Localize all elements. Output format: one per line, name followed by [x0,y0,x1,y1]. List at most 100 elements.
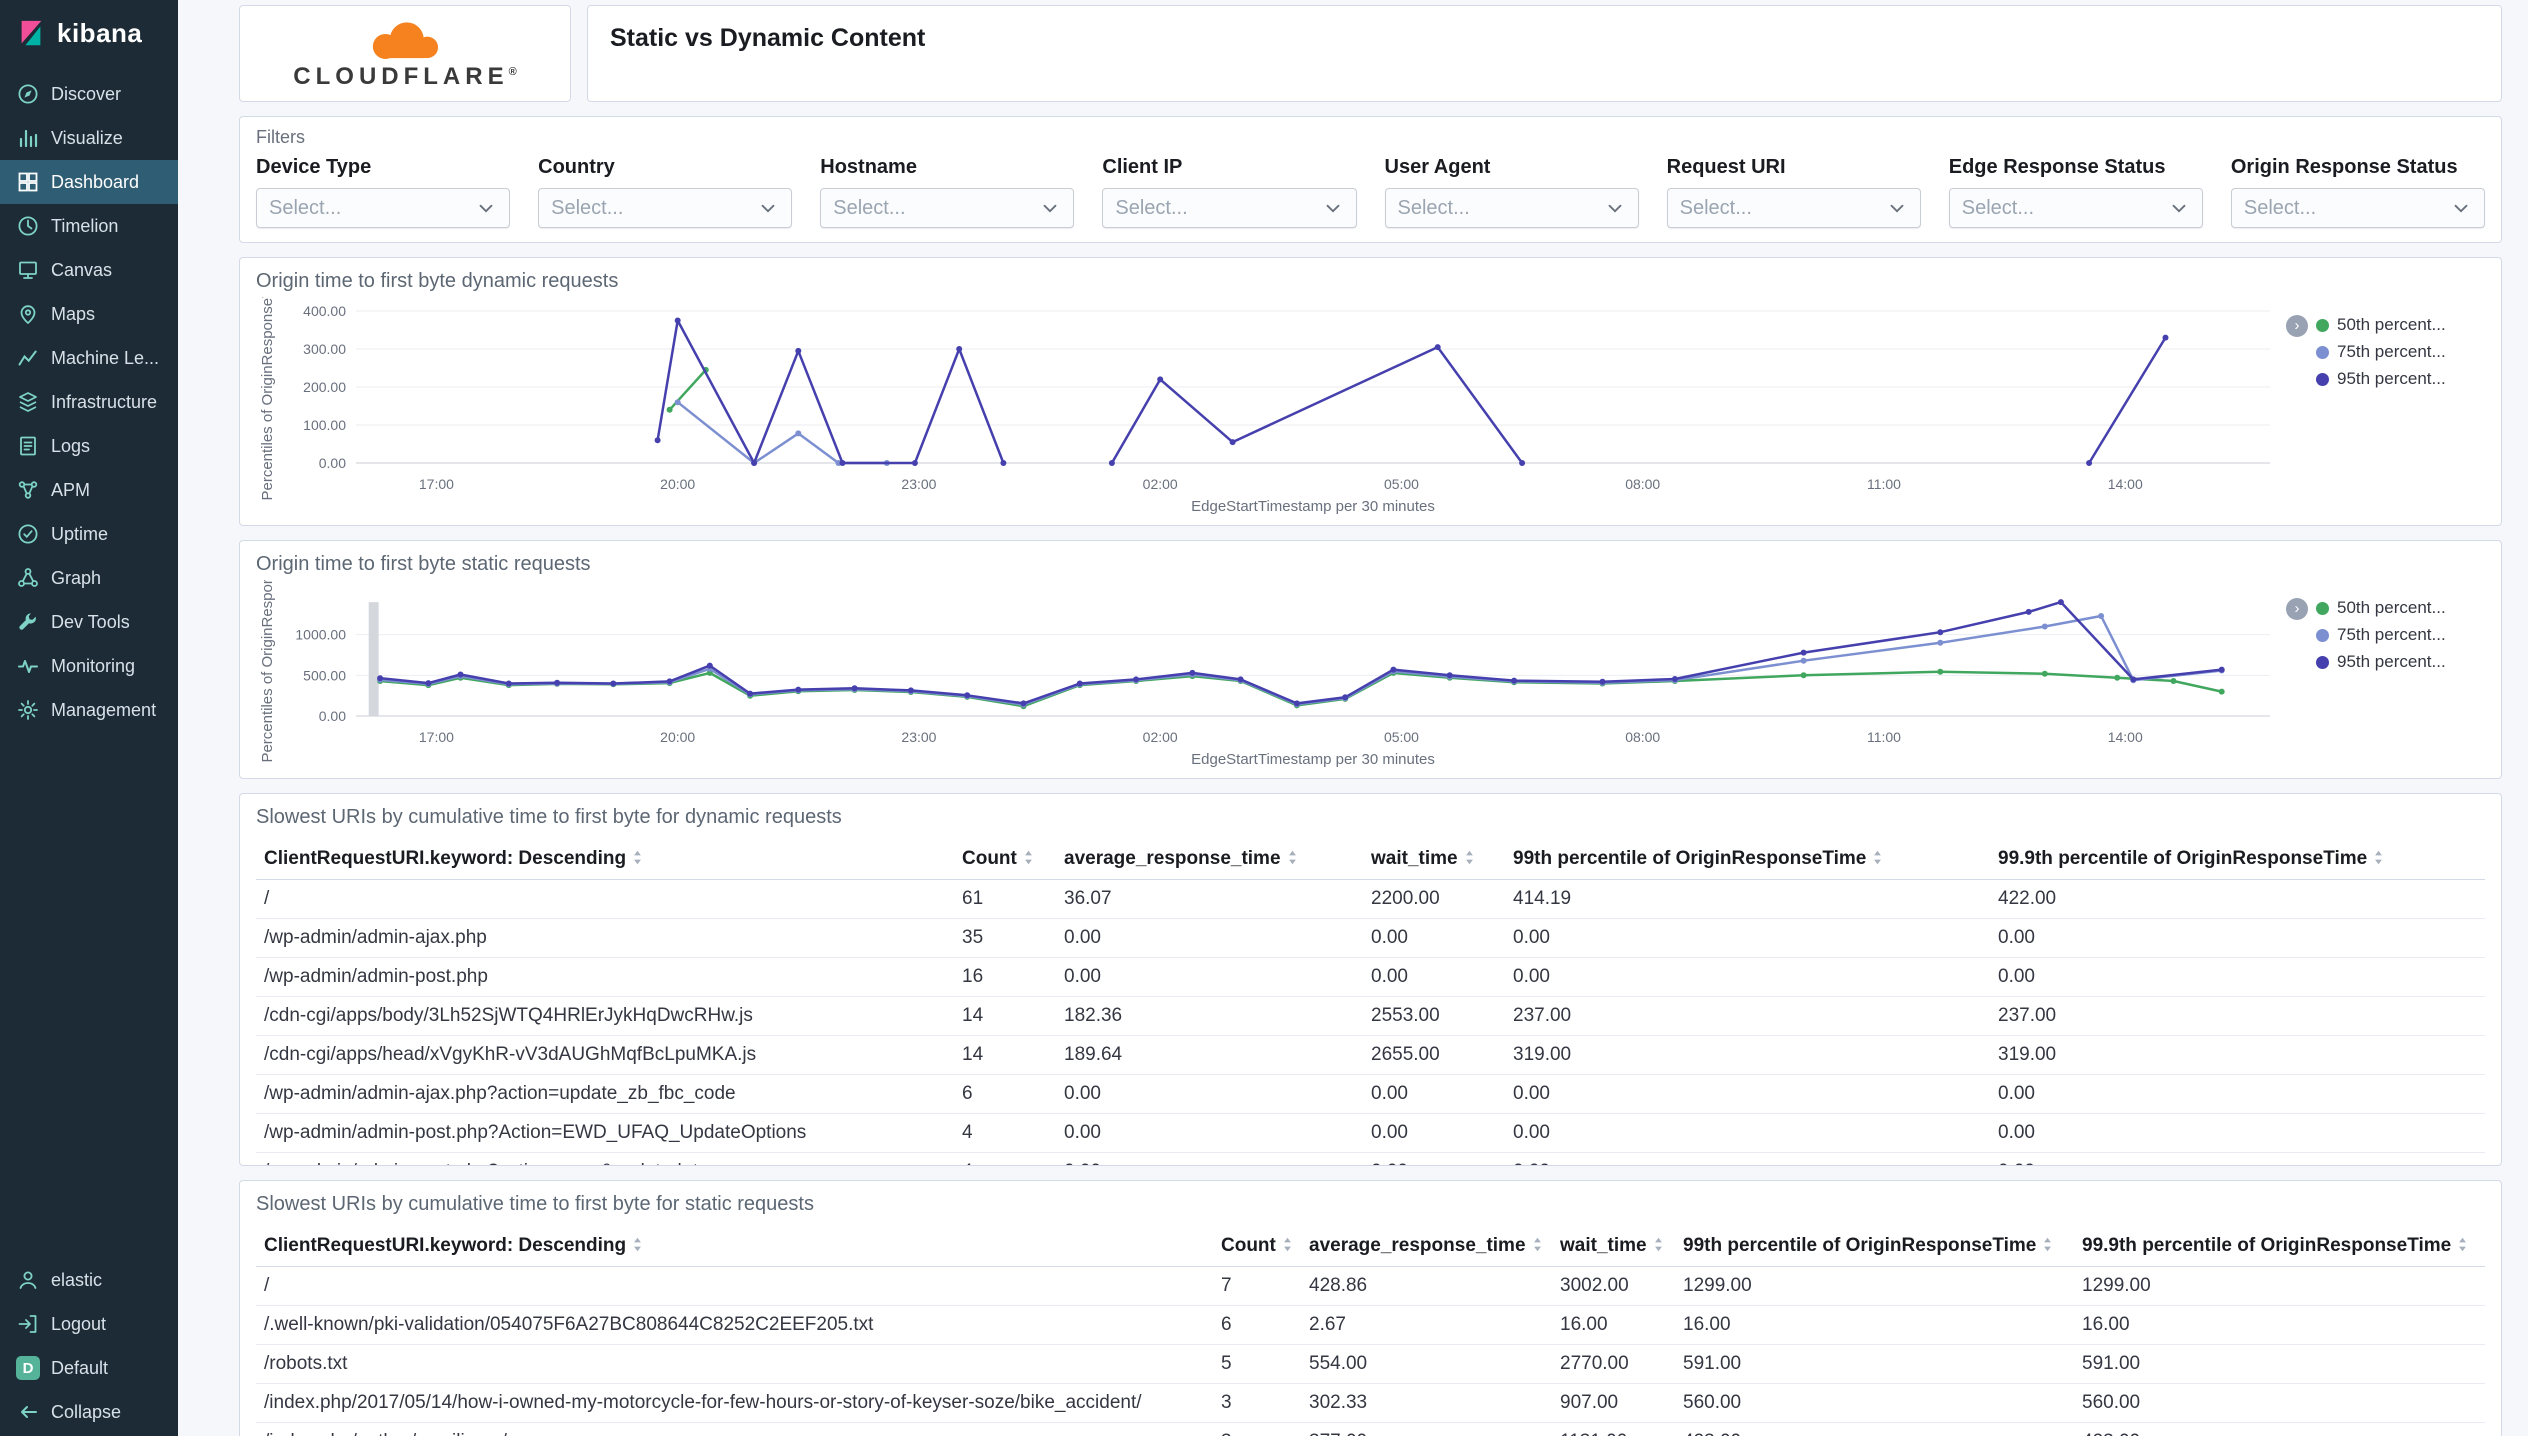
table-row: /robots.txt 5 554.00 2770.00 591.00 591.00 [256,1344,2485,1384]
uri-cell: /index.php/author/camiliame/ [256,1422,1213,1436]
value-cell: 591.00 [2074,1344,2485,1384]
sidebar-item-machine-le[interactable]: Machine Le... [0,336,178,380]
column-header-wait-time[interactable]: wait_time [1552,1226,1675,1267]
chart-wrap: 0.00 100.00 200.00 300.00 400.00 17:00 20:00 23… [256,297,2485,519]
sidebar-item-logout[interactable]: Logout [0,1302,178,1346]
svg-text:0.00: 0.00 [319,708,346,724]
sidebar-item-label: Collapse [51,1401,122,1422]
sidebar-item-uptime[interactable]: Uptime [0,512,178,556]
svg-text:20:00: 20:00 [660,476,695,492]
sidebar-item-maps[interactable]: Maps [0,292,178,336]
column-header-label: average_response_time [1064,848,1281,869]
sort-icon [626,848,644,869]
legend-item-75th-percent[interactable]: 75th percent... [2316,625,2446,645]
sidebar-item-discover[interactable]: Discover [0,72,178,116]
sidebar-item-management[interactable]: Management [0,688,178,732]
legend-item-50th-percent[interactable]: 50th percent... [2316,598,2446,618]
filter-label: Edge Response Status [1948,156,2166,178]
edge-response-status-filter-select[interactable]: Select... [1948,188,2203,228]
sidebar-item-graph[interactable]: Graph [0,556,178,600]
column-header-average-response-time[interactable]: average_response_time [1056,839,1363,880]
sidebar-item-visualize[interactable]: Visualize [0,116,178,160]
table-row: /wp-admin/admin-ajax.php?action=update_z… [256,1074,2485,1114]
value-cell: 591.00 [1675,1344,2074,1384]
table-row: /7 428.86 3002.00 1299.00 1299.00 [256,1266,2485,1306]
client-ip-filter-select[interactable]: Select... [1102,188,1357,228]
country-filter-select[interactable]: Select... [538,188,793,228]
legend-item-95th-percent[interactable]: 95th percent... [2316,369,2446,389]
chevron-down-icon [1604,197,1626,219]
column-header-label: ClientRequestURI.keyword: Descending [264,1235,627,1256]
column-header-clientrequesturi-keyword-descending[interactable]: ClientRequestURI.keyword: Descending [256,839,954,880]
column-header-99th-percentile-of-originresponsetime[interactable]: 99th percentile of OriginResponseTime [1505,839,1990,880]
column-header-label: wait_time [1560,1235,1647,1256]
svg-text:Percentiles of OriginResponseT: Percentiles of OriginResponseTi... [259,297,276,501]
sidebar-item-apm[interactable]: APM [0,468,178,512]
sidebar-item-collapse[interactable]: Collapse [0,1390,178,1434]
sidebar-item-label: Machine Le... [51,347,160,368]
column-header-clientrequesturi-keyword-descending[interactable]: ClientRequestURI.keyword: Descending [256,1226,1213,1267]
dashboard-icon [16,170,40,194]
column-header-99-9th-percentile-of-originresponsetime[interactable]: 99.9th percentile of OriginResponseTime [1990,839,2485,880]
hostname-filter-select[interactable]: Select... [820,188,1075,228]
filter-placeholder: Select... [1961,196,2035,219]
sidebar-item-dev-tools[interactable]: Dev Tools [0,600,178,644]
legend-label: 95th percent... [2337,369,2446,388]
value-cell: 3002.00 [1552,1266,1675,1306]
origin-response-status-filter-select[interactable]: Select... [2230,188,2485,228]
chart-title: Origin time to first byte static request… [256,553,591,575]
sidebar-item-canvas[interactable]: Canvas [0,248,178,292]
sidebar-item-monitoring[interactable]: Monitoring [0,644,178,688]
sidebar-item-infrastructure[interactable]: Infrastructure [0,380,178,424]
column-header-label: average_response_time [1309,1235,1526,1256]
value-cell: 377.00 [1301,1422,1552,1436]
legend-toggle-button[interactable]: › [2286,598,2308,620]
svg-text:400.00: 400.00 [303,303,346,319]
table-row: /index.php/2017/05/14/how-i-owned-my-mot… [256,1383,2485,1423]
device-type-filter-select[interactable]: Select... [256,188,511,228]
cloudflare-wordmark: CLOUDFLARE® [293,62,517,90]
user-agent-filter-select[interactable]: Select... [1384,188,1639,228]
canvas-icon [16,258,40,282]
legend-item-75th-percent[interactable]: 75th percent... [2316,342,2446,362]
column-header-count[interactable]: Count [954,839,1056,880]
table-row: /wp-admin/admin-post.php?action=save&upd… [256,1152,2485,1165]
value-cell: 2.67 [1301,1305,1552,1345]
request-uri-filter-select[interactable]: Select... [1666,188,1921,228]
filter-placeholder: Select... [1679,196,1752,219]
filter-group-user-agent: User Agent Select... [1384,156,1639,228]
legend-label: 75th percent... [2337,625,2446,644]
column-header-wait-time[interactable]: wait_time [1363,839,1505,880]
sidebar-item-label: Default [51,1357,109,1378]
sidebar-item-timelion[interactable]: Timelion [0,204,178,248]
filter-group-request-uri: Request URI Select... [1666,156,1921,228]
column-header-99th-percentile-of-originresponsetime[interactable]: 99th percentile of OriginResponseTime [1675,1226,2074,1267]
sort-icon [1458,848,1476,869]
column-header-99-9th-percentile-of-originresponsetime[interactable]: 99.9th percentile of OriginResponseTime [2074,1226,2485,1267]
logout-icon [16,1312,40,1336]
column-header-label: 99.9th percentile of OriginResponseTime [2082,1235,2452,1256]
value-cell: 189.64 [1056,1035,1363,1075]
value-cell: 0.00 [1363,1152,1505,1165]
legend-item-95th-percent[interactable]: 95th percent... [2316,652,2446,672]
uri-cell: /.well-known/pki-validation/054075F6A27B… [256,1305,1213,1345]
value-cell: 0.00 [1990,1152,2485,1165]
value-cell: 0.00 [1505,1074,1990,1114]
column-header-average-response-time[interactable]: average_response_time [1301,1226,1552,1267]
value-cell: 0.00 [1990,1113,2485,1153]
sidebar-item-logs[interactable]: Logs [0,424,178,468]
legend-item-50th-percent[interactable]: 50th percent... [2316,315,2446,335]
column-header-count[interactable]: Count [1213,1226,1301,1267]
static-ttfb-chart-panel: Origin time to first byte static request… [239,540,2502,779]
sidebar-item-default[interactable]: D Default [0,1346,178,1390]
uri-cell: /index.php/2017/05/14/how-i-owned-my-mot… [256,1383,1213,1423]
kibana-logo[interactable]: kibana [0,0,178,66]
sidebar-item-dashboard[interactable]: Dashboard [0,160,178,204]
svg-text:23:00: 23:00 [901,729,936,745]
sidebar-bottom-nav: elastic Logout D Default Collapse [0,1258,178,1436]
legend-toggle-button[interactable]: › [2286,315,2308,337]
filter-group-country: Country Select... [538,156,793,228]
value-cell: 14 [954,1035,1056,1075]
sidebar-item-elastic[interactable]: elastic [0,1258,178,1302]
chevron-down-icon [1886,197,1908,219]
